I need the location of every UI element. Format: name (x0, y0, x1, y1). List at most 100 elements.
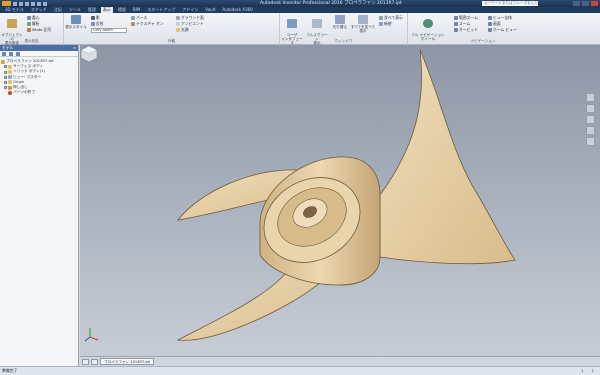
view-all-button[interactable]: ビュー全体 (488, 15, 512, 20)
maximize-button[interactable] (582, 1, 589, 6)
orbit-tool-icon[interactable] (586, 126, 595, 135)
search-icon[interactable] (9, 51, 13, 56)
navigation-wheel-icon (423, 19, 433, 28)
ambient-icon (176, 21, 180, 26)
return-icon[interactable] (43, 1, 47, 6)
pan-tool-icon[interactable] (586, 104, 595, 113)
center-of-gravity-button[interactable]: 重心 (27, 15, 40, 20)
zoom-all-button[interactable]: 範囲ズーム (454, 15, 478, 20)
graphics-viewport[interactable] (80, 45, 600, 356)
view-icon (8, 75, 12, 80)
object-visibility-icon (7, 19, 17, 28)
light-button[interactable]: 光源 (176, 27, 189, 32)
expand-icon[interactable]: + (4, 86, 7, 90)
zoom-button[interactable]: ズーム (454, 21, 470, 26)
full-navigation-wheel-button[interactable]: フル ナビゲーション ホイール (410, 15, 446, 41)
orbit-button[interactable]: オービット (454, 27, 478, 32)
window-controls (573, 0, 598, 7)
imate-glyph-button[interactable]: iMate 記号 (27, 27, 51, 32)
window-title: Autodesk Inventor Professional 2016 プロペラ… (260, 1, 402, 6)
panel-navigate: フル ナビゲーション ホイール 範囲ズーム ズーム オービット ビュー全体 画面 (408, 13, 558, 45)
expand-icon[interactable]: + (4, 70, 7, 74)
reflections-button[interactable]: 反射 (91, 21, 104, 26)
document-tabs: プロペラファン 2013R7.ipt (80, 356, 600, 366)
undo-icon[interactable] (31, 1, 35, 6)
ground-plane-button[interactable]: グラウンド面 (176, 15, 204, 20)
tile-windows-icon[interactable] (82, 358, 89, 365)
steering-wheel-icon[interactable] (586, 93, 595, 102)
perspective-button[interactable]: パース (131, 15, 147, 20)
user-interface-icon (287, 19, 297, 28)
arrange-all-icon (358, 15, 368, 24)
app-menu-button[interactable] (2, 1, 11, 6)
side-by-side-icon (379, 15, 383, 20)
lighting-style-dropdown[interactable]: Grey Room (91, 28, 127, 33)
analysis-button[interactable]: 解析 (27, 21, 40, 26)
ambient-button[interactable]: アンビエント (176, 21, 204, 26)
quick-access-toolbar (13, 0, 47, 7)
filter-icon[interactable] (2, 51, 6, 56)
analysis-icon (27, 21, 31, 26)
close-icon[interactable]: × (73, 45, 76, 51)
zoom-icon (454, 21, 458, 26)
tree-node-end-of-part[interactable]: パーツの終了 (1, 90, 78, 95)
pan-icon (488, 21, 492, 26)
light-icon (176, 27, 180, 32)
imate-icon (27, 27, 31, 32)
look-at-icon[interactable] (586, 137, 595, 146)
close-button[interactable] (591, 1, 598, 6)
arrange-all-button[interactable]: すべてを並べて表示 (350, 15, 376, 33)
side-by-side-button[interactable]: 並べて表示 (379, 15, 403, 20)
coordinate-triad (84, 328, 99, 342)
folder-icon (8, 80, 12, 85)
minimize-button[interactable] (573, 1, 580, 6)
new-window-icon (379, 21, 383, 26)
reflections-icon (91, 21, 95, 26)
browser-tree: プロペラファン 2013R7.ipt + サーフェス ボディ + ソリッド ボデ… (0, 57, 78, 95)
document-tab[interactable]: プロペラファン 2013R7.ipt (100, 358, 155, 365)
status-counter: 1 (581, 368, 584, 373)
help-search-input[interactable]: キーワードまたはフレーズを入力 (482, 1, 538, 6)
ribbon: オブジェクトの 表示設定 重心 解析 iMate 記号 表示設定 表示スタイル (0, 13, 600, 45)
zoom-tool-icon[interactable] (586, 115, 595, 124)
menu-icon[interactable] (16, 51, 20, 56)
switch-button[interactable]: 切り替え (331, 15, 349, 29)
home-view-button[interactable]: ホーム ビュー (488, 27, 517, 32)
full-screen-icon (312, 19, 322, 28)
status-counter: 1 (591, 368, 594, 373)
expand-icon[interactable]: + (4, 80, 7, 84)
shadows-button[interactable]: 影 (91, 15, 100, 20)
inventor-window: Autodesk Inventor Professional 2016 プロペラ… (0, 0, 600, 375)
shadows-icon (91, 15, 95, 20)
extrude-icon (8, 85, 12, 90)
propeller-model (84, 49, 516, 342)
new-window-button[interactable]: 新規 (379, 21, 392, 26)
end-of-part-icon (8, 90, 12, 95)
status-text: 準備完了 (2, 368, 18, 373)
navigation-bar (586, 93, 595, 146)
texture-on-button[interactable]: テクスチャ オン (131, 21, 164, 26)
redo-icon[interactable] (37, 1, 41, 6)
switch-icon (335, 15, 345, 24)
panel-windows-title: ウィンドウ (334, 39, 353, 43)
title-bar: Autodesk Inventor Professional 2016 プロペラ… (0, 0, 600, 7)
pan-button[interactable]: 画面 (488, 21, 501, 26)
panel-appearance-title: 外観 (167, 39, 176, 43)
viewcube-icon[interactable] (80, 45, 98, 63)
texture-icon (131, 21, 135, 26)
status-bar: 準備完了 1 1 (0, 366, 600, 375)
expand-icon[interactable]: + (4, 75, 7, 79)
blade-right (379, 49, 516, 265)
save-icon[interactable] (25, 1, 29, 6)
folder-icon (8, 64, 12, 69)
panel-appearance: 表示スタイル 影 反射 Grey Room パース テクスチャ オン グラウンド… (64, 13, 280, 45)
documents-menu-icon[interactable] (91, 358, 98, 365)
visual-style-button[interactable]: 表示スタイル (65, 15, 87, 29)
panel-visibility-title: 表示設定 (24, 39, 39, 43)
open-icon[interactable] (19, 1, 23, 6)
part-icon (1, 59, 5, 64)
panel-visibility: オブジェクトの 表示設定 重心 解析 iMate 記号 表示設定 (0, 13, 64, 45)
browser-header: モデル × (0, 45, 78, 51)
new-icon[interactable] (13, 1, 17, 6)
expand-icon[interactable]: + (4, 65, 7, 69)
